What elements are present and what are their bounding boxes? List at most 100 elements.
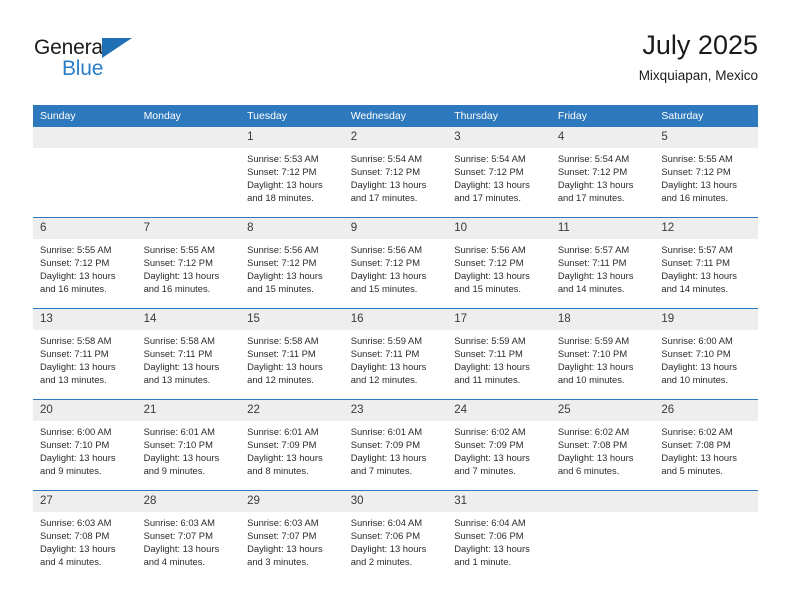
day-sun-details: Sunrise: 5:59 AM Sunset: 7:11 PM Daylight:… [447,330,551,386]
day-detail-line: and 18 minutes. [247,192,314,204]
calendar-day-cell[interactable]: 4 Sunrise: 5:54 AM Sunset: 7:12 PM Daylight… [550,127,655,218]
calendar-day-cell[interactable]: 1 Sunrise: 5:53 AM Sunset: 7:12 PM Daylight… [240,127,344,218]
day-detail-line: and 12 minutes. [247,374,314,386]
day-detail-line: Sunrise: 5:57 AM [557,244,630,255]
day-number: 8 [240,218,344,239]
day-number: 14 [136,309,241,330]
calendar-day-cell[interactable]: 13 Sunrise: 5:58 AM Sunset: 7:11 PM Dayligh… [33,308,137,400]
day-detail-line: and 12 minutes. [350,374,418,386]
day-detail-line: and 3 minutes. [247,556,309,568]
day-detail-line: Sunrise: 6:02 AM [661,426,733,437]
calendar-day-cell[interactable]: 30 Sunrise: 6:04 AM Sunset: 7:06 PM Dayligh… [343,490,448,581]
day-detail-line: Sunset: 7:10 PM [143,439,213,451]
day-detail-line: and 4 minutes. [143,556,206,568]
day-sun-details: Sunrise: 5:55 AM Sunset: 7:12 PM Daylight:… [654,148,758,204]
calendar-day-cell[interactable]: 7 Sunrise: 5:55 AM Sunset: 7:12 PM Daylight… [136,217,241,309]
weekday-header-friday: Friday [550,105,655,127]
day-number: 18 [550,309,655,330]
calendar-day-cell[interactable]: 27 Sunrise: 6:03 AM Sunset: 7:08 PM Dayligh… [33,490,137,581]
calendar-day-cell[interactable]: 17 Sunrise: 5:59 AM Sunset: 7:11 PM Dayligh… [447,308,551,400]
calendar-week-row: 27 Sunrise: 6:03 AM Sunset: 7:08 PM Dayligh… [33,490,758,581]
day-detail-line: Daylight: 13 hours [454,543,530,555]
month-calendar-table: Sunday Monday Tuesday Wednesday Thursday Frid… [33,105,758,581]
calendar-day-cell[interactable]: 11 Sunrise: 5:57 AM Sunset: 7:11 PM Dayligh… [550,217,655,309]
day-detail-line: and 9 minutes. [40,465,102,477]
day-number: 28 [136,491,241,512]
day-sun-details: Sunrise: 6:02 AM Sunset: 7:09 PM Daylight:… [447,421,551,477]
calendar-day-cell[interactable]: 9 Sunrise: 5:56 AM Sunset: 7:12 PM Daylight… [343,217,448,309]
day-detail-line: and 7 minutes. [350,465,413,477]
day-detail-line: Daylight: 13 hours [350,179,427,191]
day-detail-line: Sunrise: 5:54 AM [350,153,423,164]
day-detail-line: and 16 minutes. [661,192,729,204]
calendar-day-cell[interactable]: 5 Sunrise: 5:55 AM Sunset: 7:12 PM Daylight… [654,127,758,218]
day-detail-line: Sunrise: 5:58 AM [247,335,319,346]
day-detail-line: and 16 minutes. [40,283,107,295]
day-detail-line: and 4 minutes. [40,556,102,568]
day-detail-line: and 15 minutes. [454,283,521,295]
calendar-day-cell[interactable]: 21 Sunrise: 6:01 AM Sunset: 7:10 PM Dayligh… [136,399,241,491]
day-number: 21 [136,400,241,421]
day-detail-line: Sunrise: 5:55 AM [661,153,733,164]
day-number [654,491,758,512]
day-detail-line: Daylight: 13 hours [350,452,427,464]
day-sun-details: Sunrise: 5:56 AM Sunset: 7:12 PM Daylight:… [240,239,344,295]
day-number: 12 [654,218,758,239]
calendar-day-cell[interactable]: 12 Sunrise: 5:57 AM Sunset: 7:11 PM Dayligh… [654,217,758,309]
day-detail-line: and 13 minutes. [143,374,211,386]
day-detail-line: and 17 minutes. [350,192,418,204]
day-detail-line: Sunset: 7:06 PM [350,530,420,542]
calendar-day-cell[interactable]: 6 Sunrise: 5:55 AM Sunset: 7:12 PM Daylight… [33,217,137,309]
triangle-icon [102,38,132,58]
calendar-day-cell[interactable]: 3 Sunrise: 5:54 AM Sunset: 7:12 PM Daylight… [447,127,551,218]
calendar-day-cell[interactable]: 10 Sunrise: 5:56 AM Sunset: 7:12 PM Dayligh… [447,217,551,309]
calendar-day-cell[interactable]: 29 Sunrise: 6:03 AM Sunset: 7:07 PM Dayligh… [240,490,344,581]
day-detail-line: Sunset: 7:08 PM [661,439,731,451]
day-detail-line: and 14 minutes. [661,283,729,295]
calendar-day-cell[interactable]: 20 Sunrise: 6:00 AM Sunset: 7:10 PM Dayligh… [33,399,137,491]
calendar-day-cell[interactable]: 14 Sunrise: 5:58 AM Sunset: 7:11 PM Dayligh… [136,308,241,400]
day-number: 1 [240,127,344,148]
day-detail-line: Daylight: 13 hours [40,361,116,373]
day-detail-line: Sunset: 7:10 PM [40,439,110,451]
day-detail-line: and 6 minutes. [557,465,620,477]
calendar-day-cell[interactable]: 28 Sunrise: 6:03 AM Sunset: 7:07 PM Dayligh… [136,490,241,581]
general-blue-logo[interactable]: General Blue [34,36,234,86]
day-detail-line: Sunset: 7:10 PM [557,348,628,360]
calendar-day-cell[interactable]: 26 Sunrise: 6:02 AM Sunset: 7:08 PM Dayligh… [654,399,758,491]
weekday-header-saturday: Saturday [654,105,758,127]
day-number: 3 [447,127,551,148]
day-detail-line: and 15 minutes. [247,283,314,295]
calendar-day-cell[interactable]: 16 Sunrise: 5:59 AM Sunset: 7:11 PM Dayligh… [343,308,448,400]
day-detail-line: Sunrise: 5:55 AM [40,244,112,255]
day-detail-line: Sunset: 7:12 PM [454,166,524,178]
day-detail-line: Sunset: 7:12 PM [350,257,420,269]
day-number: 23 [343,400,448,421]
day-sun-details: Sunrise: 5:56 AM Sunset: 7:12 PM Daylight:… [344,239,448,295]
day-sun-details: Sunrise: 5:54 AM Sunset: 7:12 PM Daylight:… [551,148,655,204]
day-sun-details: Sunrise: 6:03 AM Sunset: 7:07 PM Daylight:… [240,512,344,568]
calendar-day-cell[interactable]: 23 Sunrise: 6:01 AM Sunset: 7:09 PM Dayligh… [343,399,448,491]
day-detail-line: Daylight: 13 hours [247,361,323,373]
day-sun-details: Sunrise: 6:01 AM Sunset: 7:09 PM Daylight:… [240,421,344,477]
calendar-day-cell[interactable]: 22 Sunrise: 6:01 AM Sunset: 7:09 PM Dayligh… [240,399,344,491]
day-detail-line: Sunrise: 5:56 AM [247,244,319,255]
calendar-day-cell[interactable]: 8 Sunrise: 5:56 AM Sunset: 7:12 PM Daylight… [240,217,344,309]
calendar-day-cell[interactable]: 24 Sunrise: 6:02 AM Sunset: 7:09 PM Dayligh… [447,399,551,491]
day-detail-line: Daylight: 13 hours [40,452,116,464]
day-detail-line: Sunset: 7:11 PM [247,348,316,360]
day-detail-line: Sunset: 7:12 PM [40,257,110,269]
calendar-day-cell[interactable]: 15 Sunrise: 5:58 AM Sunset: 7:11 PM Dayligh… [240,308,344,400]
day-detail-line: Sunrise: 5:58 AM [143,335,215,346]
calendar-day-cell[interactable]: 25 Sunrise: 6:02 AM Sunset: 7:08 PM Dayligh… [550,399,655,491]
day-detail-line: Daylight: 13 hours [143,543,220,555]
day-sun-details: Sunrise: 5:54 AM Sunset: 7:12 PM Daylight:… [344,148,448,204]
calendar-day-cell[interactable]: 19 Sunrise: 6:00 AM Sunset: 7:10 PM Dayligh… [654,308,758,400]
day-sun-details: Sunrise: 5:57 AM Sunset: 7:11 PM Daylight:… [654,239,758,295]
calendar-day-cell[interactable]: 2 Sunrise: 5:54 AM Sunset: 7:12 PM Daylight… [343,127,448,218]
day-detail-line: Daylight: 13 hours [557,270,634,282]
calendar-day-cell[interactable]: 18 Sunrise: 5:59 AM Sunset: 7:10 PM Dayligh… [550,308,655,400]
weekday-header-wednesday: Wednesday [343,105,448,127]
calendar-day-cell[interactable]: 31 Sunrise: 6:04 AM Sunset: 7:06 PM Dayligh… [447,490,551,581]
day-detail-line: Daylight: 13 hours [247,179,323,191]
